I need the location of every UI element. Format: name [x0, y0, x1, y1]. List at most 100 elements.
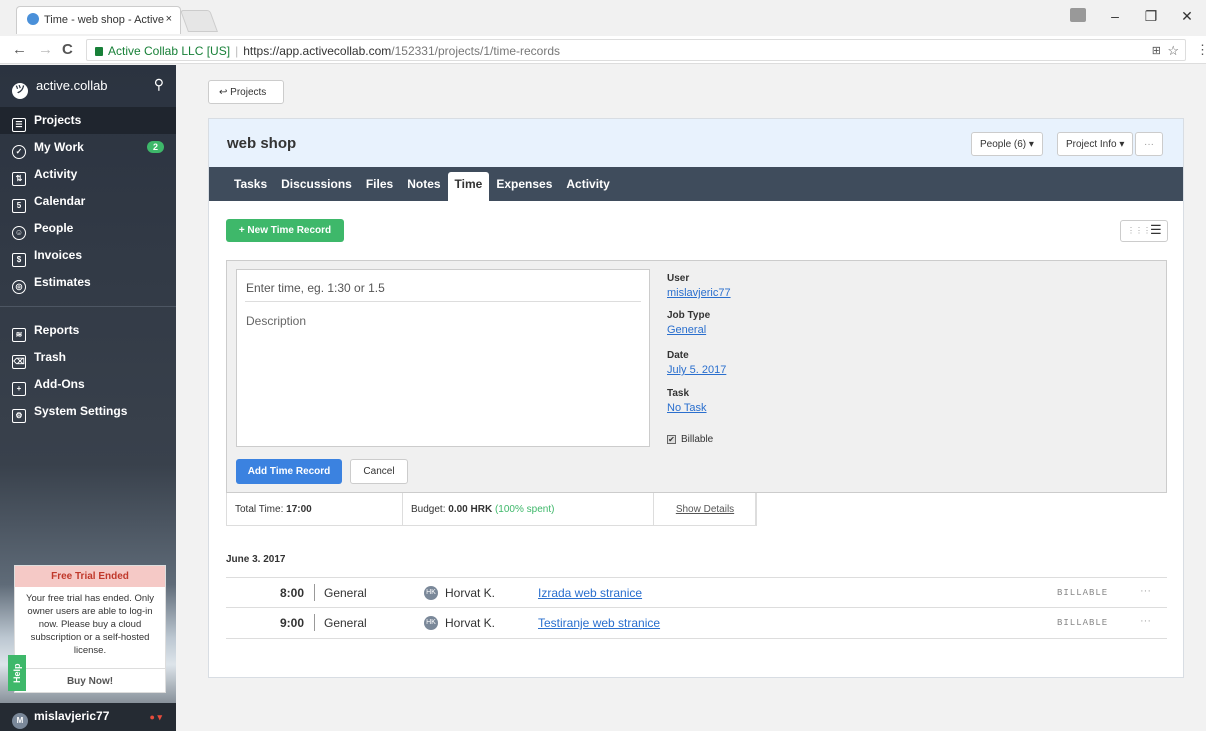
tab-time[interactable]: Time	[447, 172, 490, 201]
tab-expenses[interactable]: Expenses	[489, 167, 559, 201]
trial-ended-card: Free Trial Ended Your free trial has end…	[14, 565, 166, 693]
brand-logo-icon[interactable]: ツ	[12, 83, 28, 99]
record-task-link[interactable]: Izrada web stranice	[538, 586, 642, 600]
tab-title: Time - web shop - Active	[44, 14, 165, 26]
current-user-name: mislavjeric77	[34, 709, 110, 723]
estimates-icon: ◎	[12, 280, 26, 294]
row-more-icon[interactable]: ···	[1140, 615, 1151, 627]
page-title: web shop	[227, 135, 297, 152]
task-field: Task No Task	[667, 388, 707, 414]
sidebar-item-people[interactable]: ☺ People	[0, 215, 176, 242]
reload-icon[interactable]: C	[62, 41, 73, 58]
sidebar-item-my-work[interactable]: ✓ My Work 2	[0, 134, 176, 161]
sidebar-item-label: Reports	[34, 323, 80, 337]
grid-view-icon[interactable]: ⋮⋮⋮	[1127, 226, 1151, 235]
record-user: Horvat K.	[445, 616, 496, 630]
user-label: User	[667, 273, 690, 284]
sidebar-item-add-ons[interactable]: + Add-Ons	[0, 371, 176, 398]
tab-close-icon[interactable]: ×	[166, 13, 172, 25]
totals-bar: Total Time: 17:00 Budget: 0.00 HRK (100%…	[226, 493, 757, 526]
browser-tab[interactable]: Time - web shop - Active ×	[16, 6, 181, 34]
sidebar-item-trash[interactable]: ⌫ Trash	[0, 344, 176, 371]
status-dropdown-icon[interactable]: ● ▾	[150, 712, 162, 723]
avatar: HK	[424, 586, 438, 600]
brand-name[interactable]: active.collab	[36, 78, 108, 93]
window-close-icon[interactable]: ✕	[1172, 8, 1202, 25]
sidebar-item-projects[interactable]: ☰ Projects	[0, 107, 176, 134]
avatar: HK	[424, 616, 438, 630]
sidebar-item-label: Calendar	[34, 194, 86, 208]
search-icon[interactable]: ⚲	[154, 76, 164, 93]
sidebar-item-activity[interactable]: ⇅ Activity	[0, 161, 176, 188]
task-link[interactable]: No Task	[667, 402, 707, 414]
billable-checkbox[interactable]: ✔ Billable	[667, 434, 713, 445]
job-type-link[interactable]: General	[667, 324, 710, 336]
project-tabs: Tasks Discussions Files Notes Time Expenses Ac…	[209, 167, 1183, 201]
projects-icon: ☰	[12, 118, 26, 132]
total-time-value: 17:00	[286, 504, 312, 515]
budget-value: 0.00 HRK	[448, 504, 493, 515]
tab-activity[interactable]: Activity	[559, 167, 616, 201]
people-dropdown-button[interactable]: People (6) ▾	[971, 132, 1043, 156]
address-bar: ← → C Active Collab LLC [US] | https://app…	[0, 36, 1206, 64]
translate-icon[interactable]: ⊞	[1152, 44, 1161, 57]
tab-files[interactable]: Files	[359, 167, 400, 201]
billable-label: Billable	[681, 434, 714, 445]
buy-now-button[interactable]: Buy Now!	[15, 668, 165, 694]
tab-tasks[interactable]: Tasks	[227, 167, 274, 201]
minimize-icon[interactable]: –	[1100, 8, 1130, 24]
cancel-button[interactable]: Cancel	[350, 459, 408, 484]
sidebar-item-reports[interactable]: ≋ Reports	[0, 317, 176, 344]
table-row[interactable]: 8:00 General HK Horvat K. Izrada web str…	[226, 577, 1167, 608]
sidebar-item-estimates[interactable]: ◎ Estimates	[0, 269, 176, 296]
add-ons-icon: +	[12, 382, 26, 396]
project-info-dropdown-button[interactable]: Project Info ▾	[1057, 132, 1134, 156]
time-record-form: Enter time, eg. 1:30 or 1.5 Description …	[226, 260, 1167, 493]
browser-menu-icon[interactable]: ⋮	[1196, 42, 1206, 58]
sidebar-item-label: Activity	[34, 167, 78, 181]
sidebar-item-calendar[interactable]: 5 Calendar	[0, 188, 176, 215]
new-time-record-button[interactable]: + New Time Record	[226, 219, 344, 242]
sidebar-divider	[0, 306, 176, 307]
more-options-button[interactable]: ···	[1135, 132, 1163, 156]
record-task-link[interactable]: Testiranje web stranice	[538, 616, 660, 630]
browser-tab-bar: Time - web shop - Active × – ❐ ✕	[0, 0, 1206, 36]
row-more-icon[interactable]: ···	[1140, 585, 1151, 597]
record-user: Horvat K.	[445, 586, 496, 600]
sidebar-item-system-settings[interactable]: ⚙ System Settings	[0, 398, 176, 425]
date-label: Date	[667, 350, 689, 361]
back-to-projects-button[interactable]: ↩ Projects	[208, 80, 284, 104]
show-details-link[interactable]: Show Details	[676, 504, 734, 515]
check-circle-icon: ✓	[12, 145, 26, 159]
calendar-icon: 5	[12, 199, 26, 213]
project-panel: web shop People (6) ▾ Project Info ▾ ···…	[208, 118, 1184, 678]
time-entry-box: Enter time, eg. 1:30 or 1.5 Description	[236, 269, 650, 447]
list-view-icon[interactable]: ☰	[1150, 222, 1162, 238]
new-tab-button[interactable]	[179, 10, 219, 32]
tab-notes[interactable]: Notes	[400, 167, 447, 201]
help-tab[interactable]: Help	[8, 655, 26, 691]
description-input[interactable]: Description	[237, 302, 649, 340]
record-duration: 9:00	[279, 616, 304, 630]
table-row[interactable]: 9:00 General HK Horvat K. Testiranje web…	[226, 608, 1167, 639]
settings-icon: ⚙	[12, 409, 26, 423]
user-link[interactable]: mislavjeric77	[667, 287, 731, 299]
date-link[interactable]: July 5. 2017	[667, 364, 726, 376]
restore-icon[interactable]: ❐	[1136, 8, 1166, 25]
url-field[interactable]: Active Collab LLC [US] | https://app.activ…	[86, 39, 1186, 61]
task-label: Task	[667, 388, 690, 399]
forward-arrow-icon[interactable]: →	[38, 41, 53, 58]
bookmark-star-icon[interactable]: ☆	[1167, 43, 1179, 59]
record-job-type: General	[324, 586, 367, 600]
budget-spent: (100% spent)	[494, 504, 555, 515]
back-arrow-icon[interactable]: ←	[12, 41, 27, 58]
sidebar-item-invoices[interactable]: $ Invoices	[0, 242, 176, 269]
tab-discussions[interactable]: Discussions	[274, 167, 359, 201]
billable-badge: BILLABLE	[1057, 618, 1109, 628]
add-time-record-button[interactable]: Add Time Record	[236, 459, 342, 484]
trash-icon: ⌫	[12, 355, 26, 369]
user-field: User mislavjeric77	[667, 273, 731, 299]
profile-icon[interactable]	[1070, 8, 1086, 22]
current-user[interactable]: Mmislavjeric77 ● ▾	[0, 703, 176, 731]
time-input[interactable]: Enter time, eg. 1:30 or 1.5	[245, 270, 641, 302]
